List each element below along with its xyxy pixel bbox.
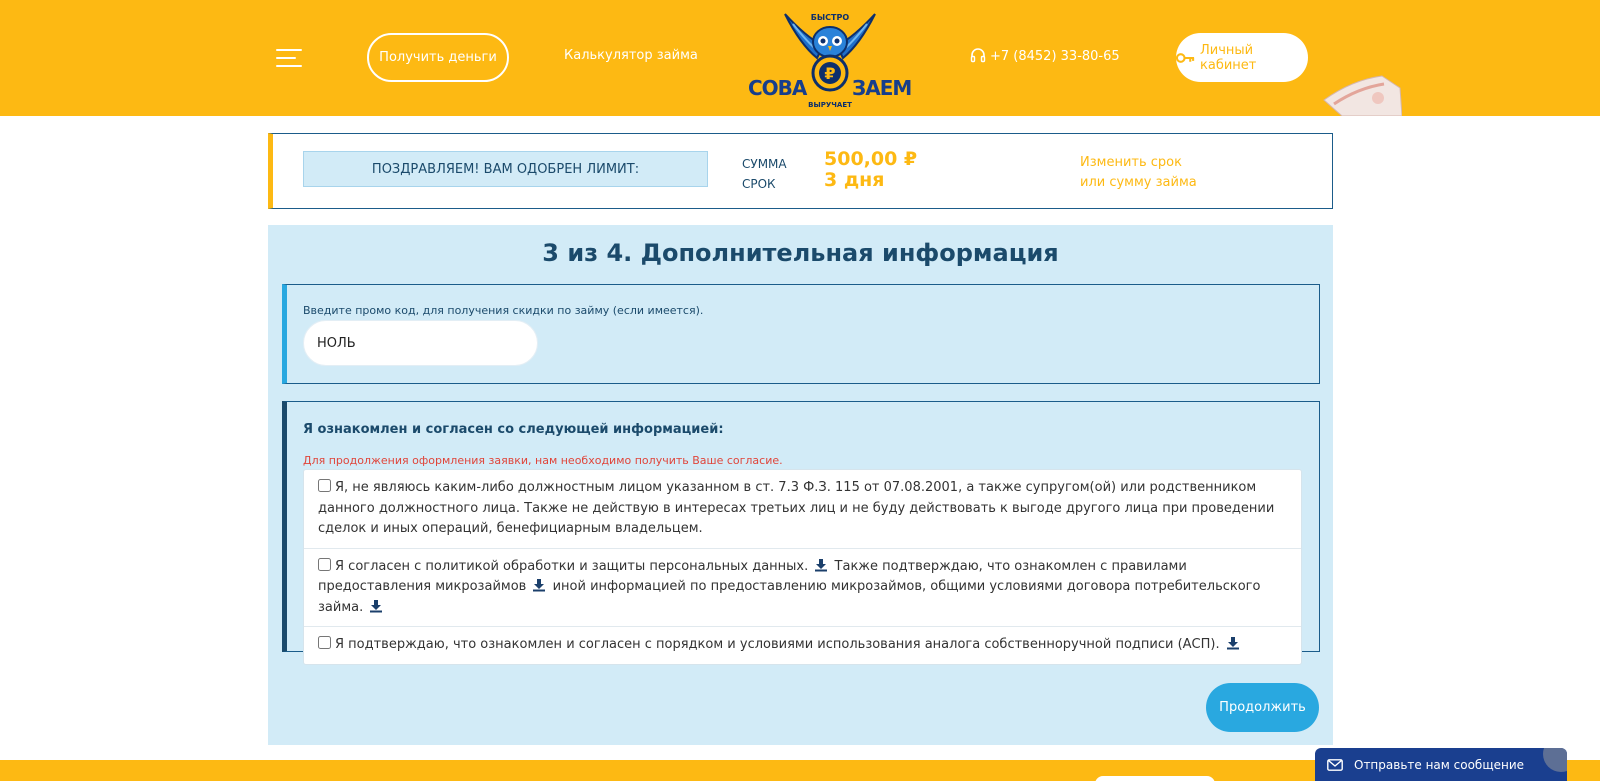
consent-item-signature: Я подтверждаю, что ознакомлен и согласен… — [304, 627, 1301, 664]
consent-text-official: Я, не являюсь каким-либо должностным лиц… — [318, 480, 1275, 536]
change-loan-line-1: Изменить срок — [1080, 155, 1182, 170]
personal-cabinet-button[interactable]: Личный кабинет — [1176, 33, 1308, 82]
consent-item-official: Я, не являюсь каким-либо должностным лиц… — [304, 470, 1301, 549]
consent-warning: Для продолжения оформления заявки, нам н… — [303, 454, 783, 467]
promo-code-section: Введите промо код, для получения скидки … — [282, 284, 1320, 384]
approved-limit-badge: ПОЗДРАВЛЯЕМ! ВАМ ОДОБРЕН ЛИМИТ: — [303, 151, 708, 187]
change-loan-link[interactable]: Изменить срок или сумму займа — [1080, 153, 1230, 193]
headset-icon — [970, 48, 986, 63]
phone-link[interactable]: +7 (8452) 33-80-65 — [970, 48, 1120, 64]
mail-icon — [1327, 758, 1343, 771]
key-icon — [1176, 52, 1195, 63]
chat-widget[interactable]: Отправьте нам сообщение — [1315, 748, 1567, 781]
site-header: Получить деньги Калькулятор займа БЫСТРО… — [0, 0, 1600, 116]
download-icon[interactable] — [814, 558, 828, 572]
footer-button-edge — [1095, 776, 1215, 781]
sum-label: СУММА — [742, 157, 787, 171]
get-money-button[interactable]: Получить деньги — [367, 33, 509, 82]
logo[interactable]: БЫСТРО ₽ ВЫРУЧАЕТ СОВА ЗАЕМ — [745, 6, 915, 112]
loan-calculator-link[interactable]: Калькулятор займа — [564, 48, 698, 63]
svg-text:БЫСТРО: БЫСТРО — [811, 13, 850, 22]
term-value: 3 дня — [824, 169, 885, 191]
consent-list: Я, не являюсь каким-либо должностным лиц… — [303, 469, 1302, 665]
download-icon[interactable] — [532, 578, 546, 592]
chat-label: Отправьте нам сообщение — [1354, 757, 1525, 772]
phone-number: +7 (8452) 33-80-65 — [990, 48, 1120, 64]
sum-value: 500,00 ₽ — [824, 148, 918, 170]
approved-limit-panel: ПОЗДРАВЛЯЕМ! ВАМ ОДОБРЕН ЛИМИТ: СУММА СР… — [268, 133, 1333, 209]
promo-code-label: Введите промо код, для получения скидки … — [303, 304, 704, 317]
svg-text:₽: ₽ — [824, 64, 835, 83]
svg-text:ВЫРУЧАЕТ: ВЫРУЧАЕТ — [808, 101, 852, 109]
promo-code-input[interactable] — [303, 320, 538, 366]
menu-icon[interactable] — [276, 49, 302, 67]
consent-text-personal-data: Я согласен с политикой обработки и защит… — [335, 558, 809, 574]
download-icon[interactable] — [369, 599, 383, 613]
logo-text-left: СОВА — [748, 76, 807, 100]
consent-text-signature: Я подтверждаю, что ознакомлен и согласен… — [335, 637, 1220, 652]
consent-checkbox-signature[interactable] — [318, 636, 331, 649]
consent-item-personal-data: Я согласен с политикой обработки и защит… — [304, 549, 1301, 627]
application-form: 3 из 4. Дополнительная информация Введит… — [268, 225, 1333, 745]
continue-button[interactable]: Продолжить — [1206, 683, 1319, 732]
consent-checkbox-personal-data[interactable] — [318, 557, 331, 571]
consent-title: Я ознакомлен и согласен со следующей инф… — [303, 422, 724, 437]
logo-text-right: ЗАЕМ — [852, 76, 912, 100]
banknote-decoration — [1322, 74, 1402, 116]
consent-checkbox-official[interactable] — [318, 479, 331, 492]
consent-section: Я ознакомлен и согласен со следующей инф… — [282, 401, 1320, 665]
change-loan-line-2: или сумму займа — [1080, 175, 1197, 190]
download-icon[interactable] — [1226, 636, 1240, 650]
chat-avatar — [1543, 748, 1567, 772]
step-title: 3 из 4. Дополнительная информация — [542, 239, 1059, 267]
term-label: СРОК — [742, 177, 776, 191]
personal-cabinet-label: Личный кабинет — [1200, 42, 1257, 73]
